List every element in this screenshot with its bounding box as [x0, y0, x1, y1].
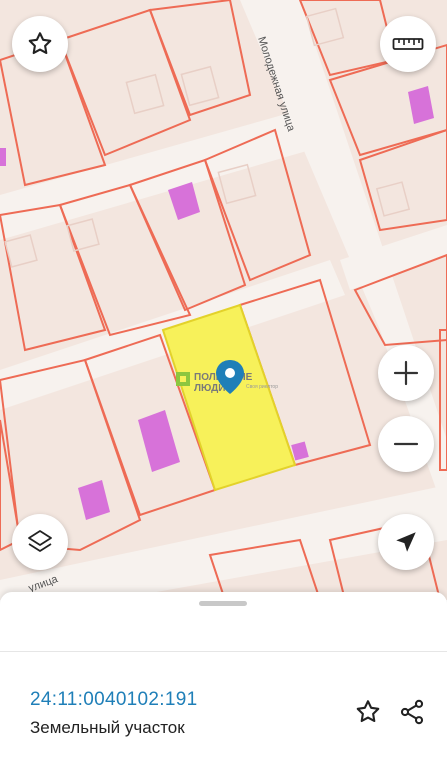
- map-canvas[interactable]: ПОЛЕЗНЫЕ ЛЮДИ Своя риелтор Молодежная ул…: [0, 0, 447, 600]
- ruler-icon: [392, 38, 424, 50]
- my-location-button[interactable]: [378, 514, 434, 570]
- parcel-type-label: Земельный участок: [30, 718, 185, 737]
- star-icon: [28, 32, 52, 55]
- cadastral-number[interactable]: 24:11:0040102:191: [30, 689, 197, 711]
- zoom-in-button[interactable]: [378, 345, 434, 401]
- sheet-drag-handle[interactable]: [199, 601, 247, 606]
- ruler-button[interactable]: [380, 16, 436, 72]
- bookmark-button[interactable]: [352, 696, 384, 728]
- zoom-out-button[interactable]: [378, 416, 434, 472]
- layers-icon: [28, 530, 52, 552]
- sheet-divider: [0, 651, 447, 652]
- layers-button[interactable]: [12, 514, 68, 570]
- zoom-in-icon: [393, 360, 419, 386]
- favorite-button[interactable]: [12, 16, 68, 72]
- share-button[interactable]: [396, 696, 428, 728]
- parcel-info-sheet: 24:11:0040102:191 Земельный участок: [0, 592, 447, 768]
- zoom-out-icon: [393, 442, 419, 446]
- watermark-tagline: Своя риелтор: [246, 384, 278, 390]
- star-icon: [356, 700, 380, 723]
- watermark-line2: ЛЮДИ: [194, 383, 225, 394]
- share-icon: [400, 699, 424, 725]
- location-arrow-icon: [396, 532, 416, 552]
